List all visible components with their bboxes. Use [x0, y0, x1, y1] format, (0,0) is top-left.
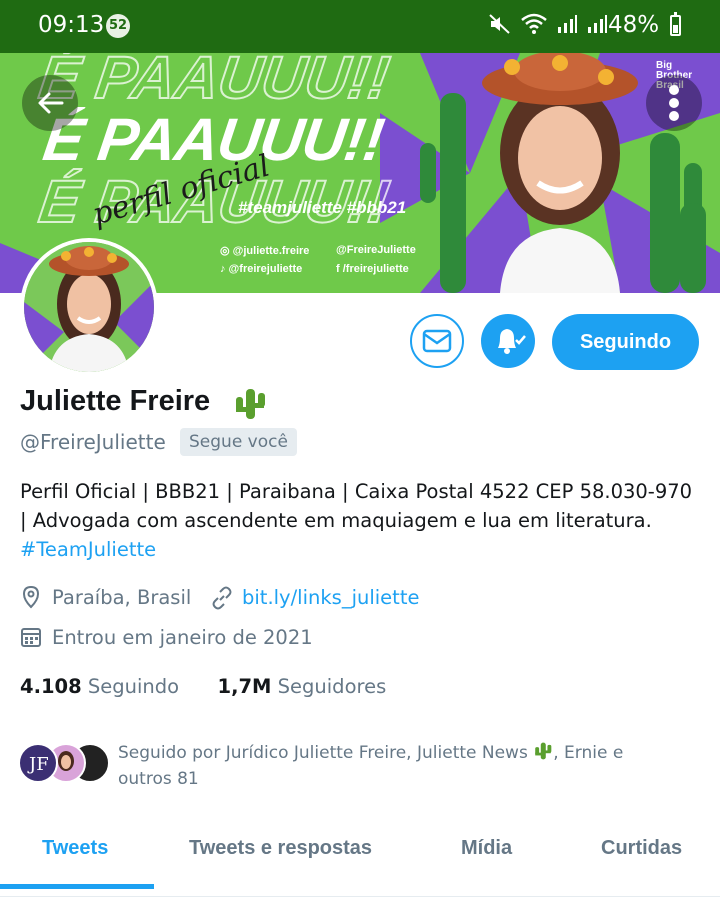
- followed-by-names: Seguido por Jurídico Juliette Freire, Ju…: [118, 743, 528, 763]
- avatar-picture: [24, 242, 154, 372]
- bio-line-2: | Advogada com ascendente em maquiagem e…: [20, 509, 652, 532]
- more-dot: [669, 111, 679, 121]
- cactus-emoji-icon: [236, 389, 265, 419]
- bio-line-1: Perfil Oficial | BBB21 | Paraibana | Cai…: [20, 480, 693, 503]
- envelope-icon: [422, 329, 452, 353]
- follower-avatar-1: JF: [18, 743, 58, 783]
- follows-you-badge: Segue você: [180, 428, 297, 456]
- signal-icon: [558, 15, 578, 33]
- banner-social-tiktok: ♪ @freirejuliette: [220, 263, 303, 275]
- followers-count-link[interactable]: 1,7M Seguidores: [218, 675, 387, 698]
- more-vertical-icon: [669, 85, 679, 95]
- banner-ghost-text-1: É PAAUUU!!: [34, 53, 394, 112]
- calendar-icon: [21, 628, 41, 647]
- profile-bio: Perfil Oficial | BBB21 | Paraibana | Cai…: [20, 477, 710, 564]
- following-count: 4.108: [20, 675, 82, 698]
- following-count-link[interactable]: 4.108 Seguindo: [20, 675, 179, 698]
- profile-name: Juliette Freire: [20, 385, 211, 417]
- location-pin-icon: [22, 585, 40, 609]
- status-bar: 09:13 52 48%: [0, 0, 720, 53]
- banner-social-instagram: ◎ @juliette.freire: [220, 245, 310, 257]
- followed-by-more: , Ernie e: [553, 743, 624, 763]
- mute-icon: [489, 14, 510, 34]
- profile-tabs: Tweets Tweets e respostas Mídia Curtidas: [0, 822, 720, 897]
- active-tab-indicator: [0, 884, 154, 889]
- link-icon: [212, 586, 232, 610]
- tab-likes[interactable]: Curtidas: [601, 837, 682, 860]
- tab-tweets-and-replies[interactable]: Tweets e respostas: [189, 837, 372, 860]
- notifications-button[interactable]: [481, 314, 535, 368]
- bio-hashtag-link[interactable]: #TeamJuliette: [20, 535, 710, 564]
- status-icons: [488, 12, 608, 36]
- following-button[interactable]: Seguindo: [552, 314, 699, 370]
- profile-handle: @FreireJuliette: [20, 430, 166, 454]
- more-dot: [669, 98, 679, 108]
- following-label: Seguindo: [87, 675, 180, 698]
- tab-tweets[interactable]: Tweets: [42, 837, 108, 860]
- follower-avatar-1-picture: JF: [27, 754, 49, 775]
- profile-joined-date: Entrou em janeiro de 2021: [52, 626, 313, 649]
- profile-location: Paraíba, Brasil: [52, 586, 192, 609]
- svg-text:JF: JF: [27, 754, 49, 775]
- followed-by-text[interactable]: Seguido por Jurídico Juliette Freire, Ju…: [118, 740, 678, 792]
- profile-website-link[interactable]: bit.ly/links_juliette: [242, 586, 419, 609]
- clock: 09:13: [38, 12, 105, 38]
- bell-check-icon: [498, 329, 526, 354]
- wifi-icon: [521, 13, 547, 34]
- arrow-left-icon: [38, 92, 64, 114]
- avatar[interactable]: [20, 238, 158, 376]
- cactus-emoji-icon-small: [535, 742, 552, 760]
- followers-count: 1,7M: [217, 675, 272, 698]
- message-button[interactable]: [410, 314, 464, 368]
- avatar-image: [24, 242, 154, 372]
- battery-icon: [670, 12, 681, 36]
- more-options-button[interactable]: [646, 75, 702, 131]
- banner-hashtags: #teamjuliette #bbb21: [238, 198, 407, 217]
- notification-count-badge: 52: [106, 14, 130, 38]
- followed-by-others: outros 81: [118, 769, 199, 789]
- banner-social-twitter: @FreireJuliette: [336, 244, 416, 256]
- tab-media[interactable]: Mídia: [461, 837, 512, 860]
- signal-icon-2: [588, 15, 608, 33]
- banner-social-facebook: f /freirejuliette: [336, 263, 409, 275]
- back-button[interactable]: [22, 75, 78, 131]
- battery-percent: 48%: [608, 12, 660, 38]
- follow-counts: 4.108 Seguindo 1,7M Seguidores: [20, 675, 386, 698]
- followers-label: Seguidores: [277, 675, 387, 698]
